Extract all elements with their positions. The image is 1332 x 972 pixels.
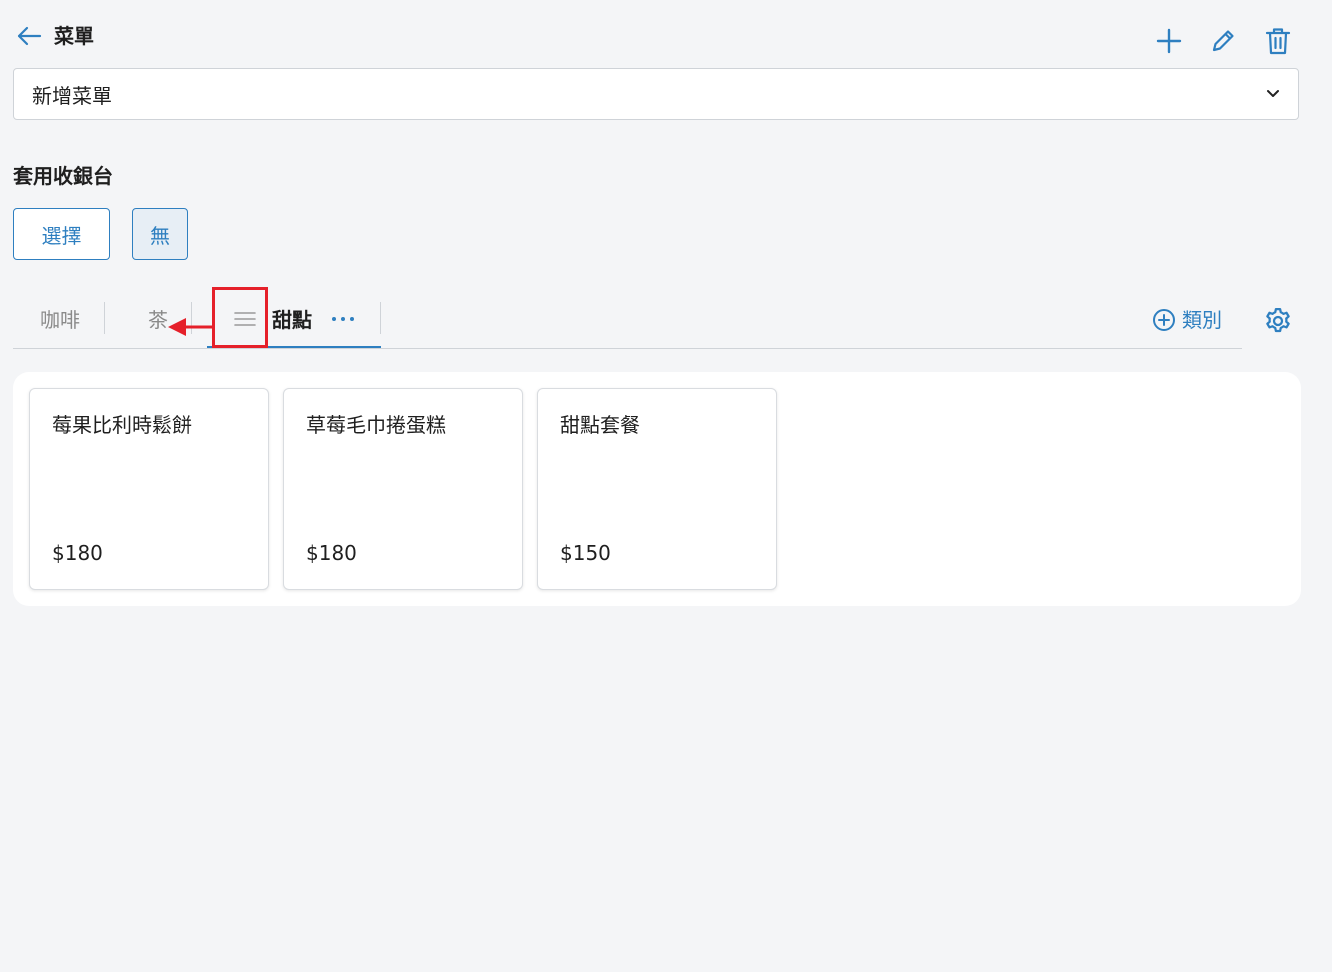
product-price: $180 <box>306 541 357 565</box>
product-price: $180 <box>52 541 103 565</box>
product-card[interactable]: 甜點套餐 $150 <box>537 388 777 590</box>
product-card[interactable]: 莓果比利時鬆餅 $180 <box>29 388 269 590</box>
edit-menu-button[interactable] <box>1207 25 1239 57</box>
tab-divider <box>104 302 105 334</box>
tab-tea[interactable]: 茶 <box>148 305 168 335</box>
add-menu-button[interactable] <box>1153 25 1185 57</box>
annotation-arrow-icon <box>168 318 214 336</box>
product-price: $150 <box>560 541 611 565</box>
tab-bar-divider <box>13 348 1242 349</box>
chevron-down-icon <box>1267 90 1279 97</box>
pencil-icon <box>1212 30 1234 52</box>
product-name: 莓果比利時鬆餅 <box>52 413 192 437</box>
gear-icon <box>1266 308 1290 333</box>
tab-divider <box>380 302 381 334</box>
category-settings-button[interactable] <box>1262 305 1294 337</box>
product-name: 甜點套餐 <box>560 413 640 437</box>
back-button[interactable] <box>14 22 44 50</box>
tab-more-button[interactable] <box>330 305 356 333</box>
add-category-button[interactable]: 類別 <box>1152 306 1222 334</box>
section-title: 套用收銀台 <box>13 164 113 188</box>
annotation-highlight-box <box>212 287 268 348</box>
plus-icon <box>1156 28 1182 54</box>
plus-circle-icon <box>1153 309 1175 331</box>
tab-coffee[interactable]: 咖啡 <box>40 305 80 335</box>
page-title: 菜單 <box>54 24 94 48</box>
none-register-button[interactable]: 無 <box>132 208 188 260</box>
menu-select-value: 新增菜單 <box>32 83 112 108</box>
add-category-label: 類別 <box>1182 308 1222 332</box>
trash-icon <box>1265 28 1291 55</box>
delete-menu-button[interactable] <box>1262 25 1294 57</box>
select-register-button[interactable]: 選擇 <box>13 208 110 260</box>
more-horizontal-icon <box>332 317 354 321</box>
product-name: 草莓毛巾捲蛋糕 <box>306 413 446 437</box>
arrow-left-icon <box>17 26 42 46</box>
tab-dessert[interactable]: 甜點 <box>272 305 312 335</box>
product-card[interactable]: 草莓毛巾捲蛋糕 $180 <box>283 388 523 590</box>
menu-select[interactable]: 新增菜單 <box>13 68 1299 120</box>
